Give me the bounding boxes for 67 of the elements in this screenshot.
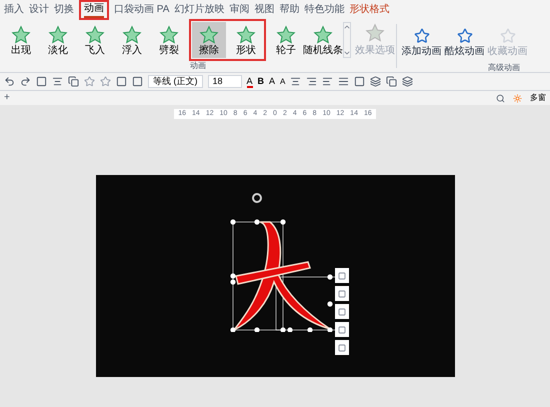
animation-effect-button[interactable]: 擦除 (192, 22, 226, 58)
animation-effect-button[interactable]: 淡化 (41, 22, 75, 58)
justify-icon[interactable] (338, 76, 350, 87)
animation-effect-button[interactable]: 轮子 (269, 22, 303, 58)
star-icon (236, 24, 256, 44)
ribbon-tab[interactable]: 视图 (254, 2, 274, 18)
ribbon-tab[interactable]: 帮助 (279, 2, 300, 18)
group-label: 动画 (190, 60, 206, 72)
advanced-animation-button[interactable]: 酷炫动画 (444, 24, 485, 62)
ribbon-tab[interactable]: 幻灯片放映 (174, 2, 224, 18)
font-name-field[interactable]: 等线 (正文) (148, 75, 202, 88)
undo-icon[interactable] (4, 76, 15, 87)
scroll-down-icon[interactable] (343, 49, 351, 57)
redo-icon[interactable] (20, 76, 31, 87)
search-icon[interactable] (496, 94, 505, 102)
star-icon (122, 24, 142, 44)
shrink-font-button[interactable]: A (280, 76, 286, 88)
animation-effect-button[interactable]: 随机线条 (306, 22, 340, 58)
animation-effect-button[interactable]: 飞入 (78, 22, 112, 58)
star-icon (48, 24, 68, 44)
animation-effect-button[interactable]: 劈裂 (152, 22, 186, 58)
star-icon (85, 24, 105, 44)
bold-button[interactable]: B (258, 74, 264, 88)
align-right-icon[interactable] (306, 76, 318, 87)
layout-option-button[interactable] (335, 340, 349, 355)
layout-option-button[interactable] (335, 304, 349, 319)
group-label: 高级动画 (488, 62, 520, 74)
advanced-animation-button[interactable]: 添加动画 (401, 24, 442, 62)
star-icon[interactable] (84, 76, 95, 87)
layers-icon[interactable] (402, 76, 414, 87)
star-icon (313, 24, 333, 44)
animation-effect-button[interactable]: 出现 (4, 22, 38, 58)
add-tab-button[interactable]: + (4, 93, 10, 103)
ribbon-tab[interactable]: 插入 (4, 2, 24, 18)
align-center-icon[interactable] (290, 76, 302, 87)
font-size-field[interactable]: 18 (208, 75, 242, 88)
star-icon (276, 24, 296, 44)
ribbon-tab[interactable]: 切换 (54, 2, 74, 18)
star-icon (365, 22, 385, 42)
star-icon (11, 24, 31, 44)
shape-icon[interactable] (354, 76, 366, 87)
ribbon-tab[interactable]: 审阅 (229, 2, 250, 18)
star-icon[interactable] (100, 76, 111, 87)
star-icon (199, 24, 219, 44)
sun-icon[interactable] (513, 94, 522, 102)
ribbon-tab[interactable]: 形状格式 (349, 2, 390, 18)
window-button[interactable]: 多窗 (530, 92, 546, 104)
layout-option-button[interactable] (335, 322, 349, 337)
font-color-button[interactable]: A (246, 76, 253, 88)
layout-option-button[interactable] (335, 286, 349, 301)
ribbon-tab[interactable]: 特色功能 (304, 2, 344, 18)
align-left-icon[interactable] (322, 76, 334, 87)
copy-icon[interactable] (68, 76, 79, 87)
layout-option-button[interactable] (335, 268, 349, 283)
animation-effect-button[interactable]: 浮入 (115, 22, 149, 58)
star-icon (414, 28, 430, 44)
animation-effect-button[interactable]: 形状 (229, 22, 263, 58)
ribbon-tab[interactable]: 动画 (84, 2, 104, 18)
ribbon-tab[interactable]: 设计 (29, 2, 49, 18)
star-icon (159, 24, 179, 44)
copy-icon[interactable] (386, 76, 398, 87)
grow-font-button[interactable]: A (269, 74, 276, 88)
scroll-up-icon[interactable] (343, 23, 351, 31)
star-icon (500, 28, 516, 44)
ribbon-tab[interactable]: 口袋动画 PA (114, 2, 170, 18)
star-icon (456, 28, 472, 44)
align-icon[interactable] (52, 76, 63, 87)
